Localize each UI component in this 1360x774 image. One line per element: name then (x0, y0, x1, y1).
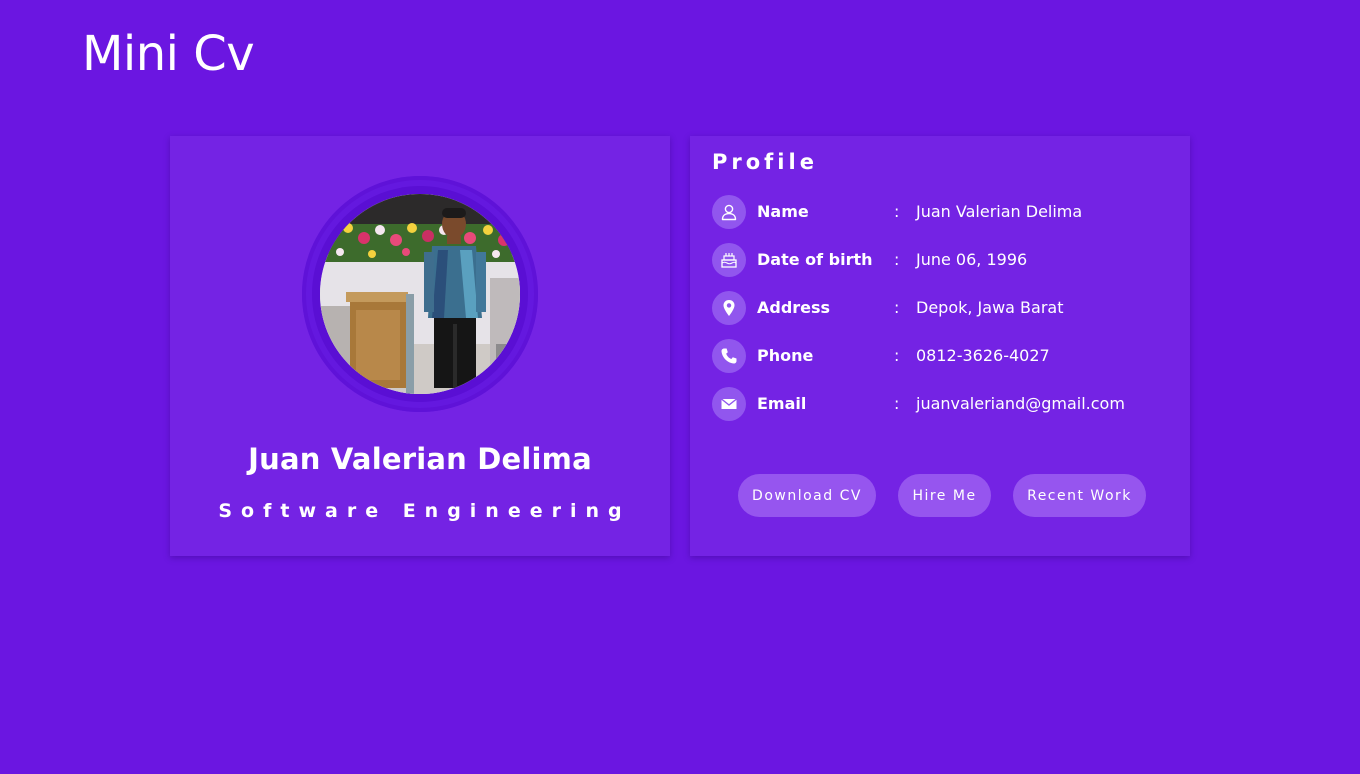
info-label: Phone (757, 346, 814, 365)
info-value: Depok, Jawa Barat (916, 298, 1064, 317)
mail-icon (712, 387, 746, 421)
info-row-birth: Date of birth : June 06, 1996 (712, 243, 1172, 277)
avatar-ring (302, 176, 538, 412)
info-row-phone: Phone : 0812-3626-4027 (712, 339, 1172, 373)
info-label: Name (757, 202, 809, 221)
info-label: Date of birth (757, 250, 873, 269)
site-title: Mini Cv (82, 26, 255, 82)
info-separator: : (894, 250, 900, 269)
user-icon (712, 195, 746, 229)
info-row-email: Email : juanvaleriand@gmail.com (712, 387, 1172, 421)
info-separator: : (894, 202, 900, 221)
profile-summary-card: Juan Valerian Delima Software Engineerin… (170, 136, 670, 556)
recent-work-button[interactable]: Recent Work (1013, 474, 1146, 517)
profile-heading: Profile (712, 150, 818, 174)
info-row-address: Address : Depok, Jawa Barat (712, 291, 1172, 325)
profile-details-card: Profile Name : Juan Valerian Delima Date… (690, 136, 1190, 556)
info-row-name: Name : Juan Valerian Delima (712, 195, 1172, 229)
location-pin-icon (712, 291, 746, 325)
profile-photo (320, 194, 520, 394)
info-label: Address (757, 298, 831, 317)
phone-icon (712, 339, 746, 373)
page: Mini Cv Juan Valerian Delima Software En… (0, 0, 1360, 774)
hire-me-button[interactable]: Hire Me (898, 474, 991, 517)
download-cv-button[interactable]: Download CV (738, 474, 876, 517)
info-value: June 06, 1996 (916, 250, 1028, 269)
avatar (320, 194, 520, 394)
cake-icon (712, 243, 746, 277)
person-role: Software Engineering (218, 500, 631, 522)
info-separator: : (894, 394, 900, 413)
info-separator: : (894, 298, 900, 317)
person-name: Juan Valerian Delima (248, 442, 592, 476)
info-value: juanvaleriand@gmail.com (916, 394, 1125, 413)
info-value: Juan Valerian Delima (916, 202, 1083, 221)
info-separator: : (894, 346, 900, 365)
info-value: 0812-3626-4027 (916, 346, 1050, 365)
info-label: Email (757, 394, 807, 413)
